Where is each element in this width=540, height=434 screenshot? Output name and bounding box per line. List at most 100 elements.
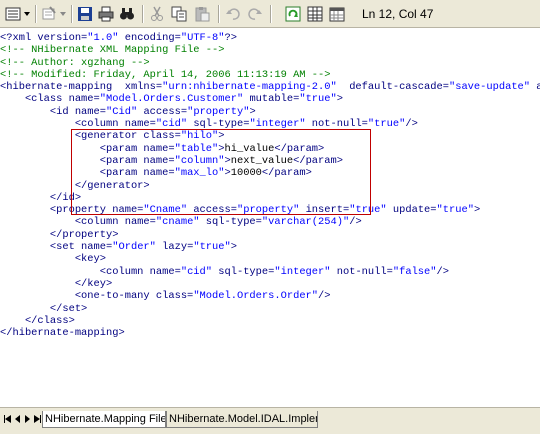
code-token: > <box>230 241 237 254</box>
code-token: /> <box>436 265 449 278</box>
code-token: "hilo" <box>180 130 219 143</box>
code-line[interactable]: <set name="Order" lazy="true"> <box>0 241 540 253</box>
code-token: </property> <box>0 228 119 241</box>
code-line[interactable]: <!-- Author: xgzhang --> <box>0 57 540 69</box>
code-token: > <box>336 93 343 106</box>
code-line[interactable]: </set> <box>0 303 540 315</box>
code-line[interactable]: <one-to-many class="Model.Orders.Order"/… <box>0 290 540 302</box>
code-token: "Cid" <box>106 105 138 118</box>
list-icon[interactable] <box>4 4 22 24</box>
code-line[interactable]: <param name="column">next_value</param> <box>0 155 540 167</box>
copy-icon[interactable] <box>170 4 188 24</box>
code-line[interactable]: <!-- Modified: Friday, April 14, 2006 11… <box>0 69 540 81</box>
code-token: 10000 <box>230 167 262 180</box>
code-token: <!-- NHibernate XML Mapping File --> <box>0 44 225 57</box>
code-line[interactable]: </hibernate-mapping> <box>0 327 540 339</box>
dropdown-icon[interactable] <box>59 4 67 24</box>
code-token: "Order" <box>112 241 156 254</box>
code-line[interactable]: </id> <box>0 192 540 204</box>
code-token: mutable= <box>243 93 300 106</box>
code-token: sql-type= <box>199 216 262 229</box>
code-line[interactable]: </key> <box>0 278 540 290</box>
code-line[interactable]: <generator class="hilo"> <box>0 130 540 142</box>
code-line[interactable]: <hibernate-mapping xmlns="urn:nhibernate… <box>0 81 540 93</box>
code-token: </id> <box>0 191 82 204</box>
code-token: "Model.Orders.Order" <box>193 290 319 303</box>
code-line[interactable]: <id name="Cid" access="property"> <box>0 106 540 118</box>
comment-icon[interactable] <box>40 4 58 24</box>
print-icon[interactable] <box>97 4 115 24</box>
code-line[interactable]: <class name="Model.Orders.Customer" muta… <box>0 93 540 105</box>
code-line[interactable]: <column name="cid" sql-type="integer" no… <box>0 118 540 130</box>
code-token: "table" <box>174 142 219 155</box>
code-line[interactable]: <!-- NHibernate XML Mapping File --> <box>0 44 540 56</box>
code-token: <hibernate-mapping xmlns= <box>0 81 163 94</box>
refresh-icon[interactable] <box>284 4 302 24</box>
code-token: <property name= <box>0 204 144 217</box>
tab-nhibernate-model-idal[interactable]: NHibernate.Model.IDAL.Implem <box>166 411 318 428</box>
code-line[interactable]: </generator> <box>0 180 540 192</box>
toolbar-separator <box>270 5 272 23</box>
code-token: "true" <box>349 204 387 217</box>
code-token: <param name= <box>0 167 175 180</box>
tab-next-icon[interactable] <box>23 413 32 425</box>
code-token: "max_lo" <box>174 167 225 180</box>
tab-first-icon[interactable] <box>3 413 12 425</box>
paste-icon[interactable] <box>193 4 211 24</box>
code-token: <column name= <box>0 265 181 278</box>
calendar-icon[interactable] <box>328 4 346 24</box>
code-line[interactable]: <key> <box>0 253 540 265</box>
code-token: default-cascade= <box>336 81 449 94</box>
code-token: "integer" <box>274 265 331 278</box>
code-token: "cname" <box>155 216 200 229</box>
code-token: "property" <box>187 105 250 118</box>
tab-last-icon[interactable] <box>33 413 42 425</box>
code-token: > <box>473 204 481 217</box>
code-token: </param> <box>293 154 343 167</box>
code-token: </key> <box>0 277 113 290</box>
code-token: sql-type= <box>212 265 275 278</box>
code-token: <param name= <box>0 142 175 155</box>
toolbar-separator <box>142 5 144 23</box>
xml-code[interactable]: <?xml version="1.0" encoding="UTF-8"?> <!… <box>0 32 540 339</box>
code-line[interactable]: <param name="max_lo">10000</param> <box>0 167 540 179</box>
code-token: "1.0" <box>87 32 119 44</box>
code-token: "urn:nhibernate-mapping-2.0" <box>162 81 337 94</box>
code-token: "Cname" <box>143 204 188 217</box>
code-token: > <box>218 130 225 143</box>
cut-icon[interactable] <box>148 4 166 24</box>
code-token: <key> <box>0 253 107 266</box>
redo-icon[interactable] <box>246 4 264 24</box>
code-token: ?> <box>224 32 237 44</box>
code-editor[interactable]: <?xml version="1.0" encoding="UTF-8"?> <!… <box>0 28 540 407</box>
grid-icon[interactable] <box>306 4 324 24</box>
code-token: encoding= <box>118 32 181 44</box>
code-line[interactable]: <property name="Cname" access="property"… <box>0 204 540 216</box>
toolbar-separator <box>71 5 73 23</box>
dropdown-icon[interactable] <box>23 4 31 24</box>
code-token: lazy= <box>155 241 194 254</box>
code-token: "varchar(254)" <box>261 216 350 229</box>
tab-prev-icon[interactable] <box>13 413 22 425</box>
code-line[interactable]: </property> <box>0 229 540 241</box>
find-icon[interactable] <box>118 4 136 24</box>
code-token: "Model.Orders.Customer" <box>99 93 244 106</box>
code-line[interactable]: <column name="cid" sql-type="integer" no… <box>0 266 540 278</box>
code-token: "UTF-8" <box>180 32 225 44</box>
code-token: "save-update" <box>448 81 531 94</box>
code-token: hi_value <box>224 142 275 155</box>
tab-nhibernate-mapping-file[interactable]: NHibernate.Mapping File <box>42 411 166 428</box>
code-line[interactable]: <?xml version="1.0" encoding="UTF-8"?> <box>0 32 540 44</box>
code-line[interactable]: <column name="cname" sql-type="varchar(2… <box>0 216 540 228</box>
code-token: insert= <box>299 204 350 217</box>
code-token: /> <box>405 118 418 131</box>
code-line[interactable]: </class> <box>0 315 540 327</box>
save-icon[interactable] <box>76 4 94 24</box>
code-token: /> <box>349 216 362 229</box>
undo-icon[interactable] <box>224 4 242 24</box>
code-line[interactable]: <param name="table">hi_value</param> <box>0 143 540 155</box>
code-token: "false" <box>392 265 437 278</box>
code-token: <generator class= <box>0 130 181 143</box>
code-token: sql-type= <box>187 118 250 131</box>
code-token: "true" <box>299 93 337 106</box>
